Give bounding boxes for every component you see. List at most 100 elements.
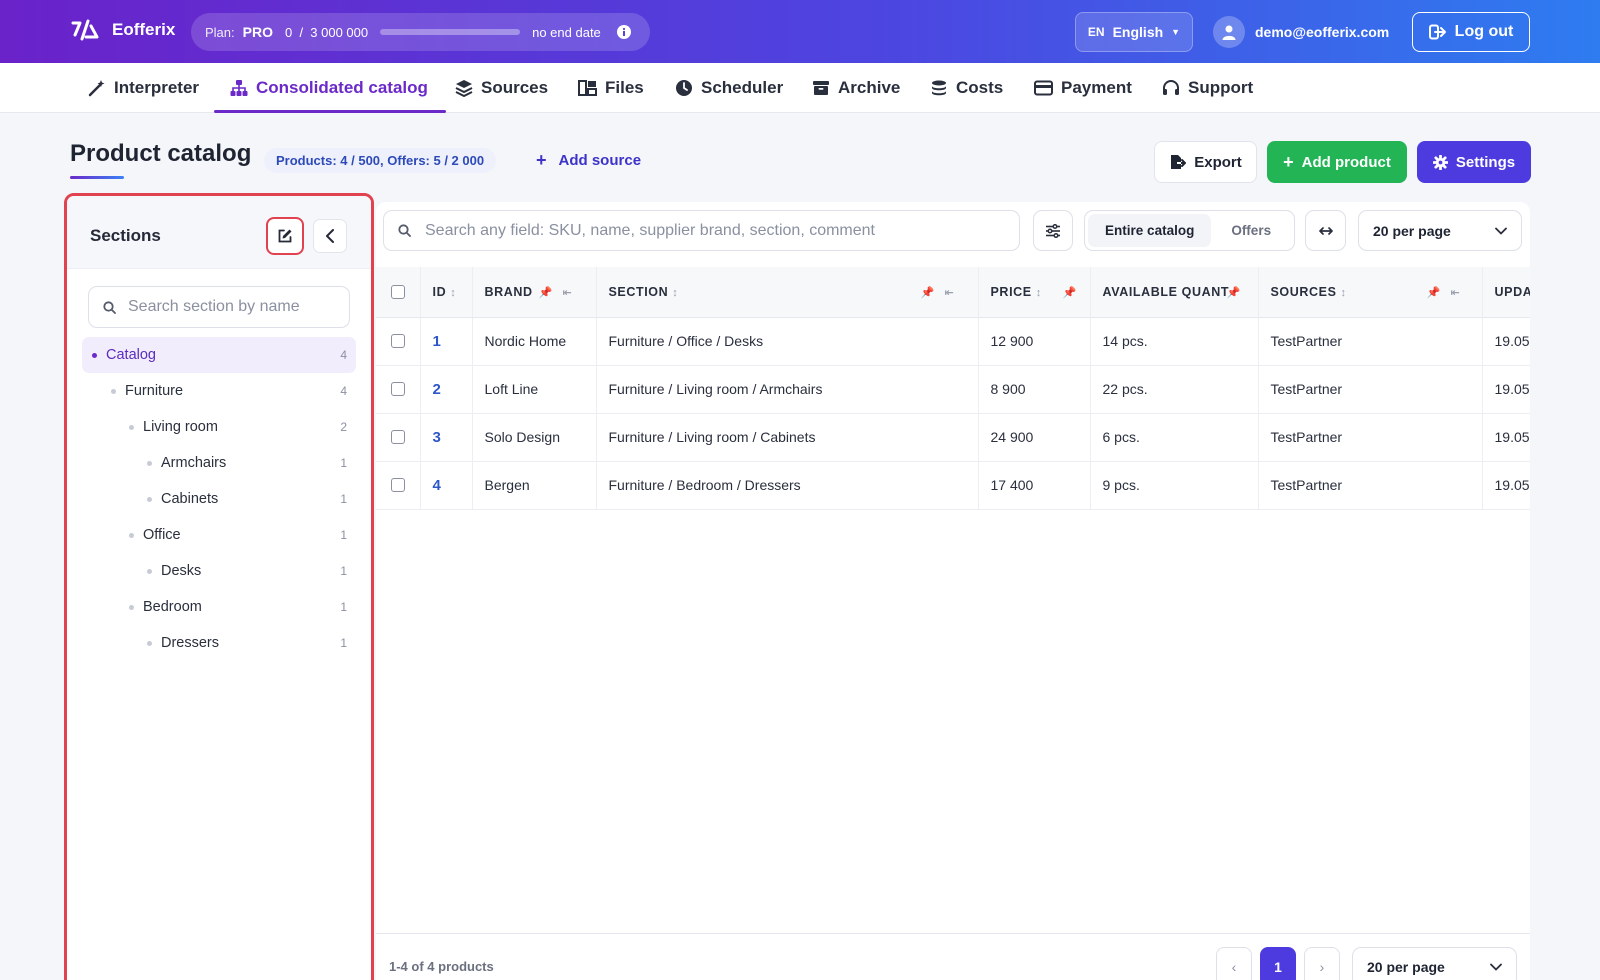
nav-item-interpreter[interactable]: Interpreter [88, 63, 199, 113]
nav-item-consolidated-catalog[interactable]: Consolidated catalog [214, 63, 446, 113]
tree-item-label: Furniture [125, 383, 184, 399]
page-button-current[interactable]: 1 [1260, 947, 1296, 980]
pin-icon[interactable]: 📌 [1227, 286, 1241, 299]
nav-item-scheduler[interactable]: Scheduler [675, 63, 783, 113]
cell-sources: TestPartner [1258, 365, 1483, 414]
add-source-button[interactable]: + Add source [536, 150, 641, 171]
column-header-updated[interactable]: UPDA [1482, 267, 1530, 318]
row-checkbox[interactable] [391, 430, 405, 444]
gear-icon [1432, 154, 1448, 170]
pin-icon[interactable]: 📌 [1063, 286, 1077, 299]
app-logo[interactable]: Eofferix [70, 18, 175, 42]
column-header-sources[interactable]: SOURCES ↕ 📌 ⇤ [1258, 267, 1483, 318]
nav-label: Interpreter [114, 78, 200, 97]
cell-id[interactable]: 3 [420, 413, 473, 462]
tree-bullet [111, 388, 116, 394]
table-row[interactable]: 4 Bergen Furniture / Bedroom / Dressers … [376, 461, 1530, 510]
cell-brand: Bergen [472, 461, 597, 510]
sliders-icon [1045, 223, 1061, 238]
edit-sections-button[interactable] [266, 217, 304, 255]
scope-entire-catalog[interactable]: Entire catalog [1088, 214, 1212, 247]
cell-price: 12 900 [978, 317, 1091, 366]
next-page-button[interactable]: › [1304, 947, 1340, 980]
tree-item-label: Catalog [106, 347, 156, 363]
sort-icon[interactable]: ↕ [1036, 287, 1042, 299]
per-page-select[interactable]: 20 per page [1358, 210, 1522, 251]
section-search-input[interactable]: Search section by name [88, 286, 350, 328]
tree-item-dressers[interactable]: Dressers 1 [82, 625, 356, 661]
nav-item-archive[interactable]: Archive [812, 63, 900, 113]
tree-item-furniture[interactable]: Furniture 4 [82, 373, 356, 409]
tree-bullet [147, 640, 152, 646]
select-all-checkbox[interactable] [391, 284, 405, 299]
tree-item-cabinets[interactable]: Cabinets 1 [82, 481, 356, 517]
column-header-label: BRAND [484, 284, 533, 299]
pin-icon[interactable]: 📌 [1427, 286, 1441, 299]
column-header-price[interactable]: PRICE ↕ 📌 [978, 267, 1091, 318]
nav-label: Support [1188, 78, 1254, 97]
nav-item-files[interactable]: Files [578, 63, 644, 113]
sidebar-header: Sections [67, 196, 371, 269]
filter-button[interactable] [1033, 210, 1073, 251]
settings-button[interactable]: Settings [1417, 141, 1531, 183]
nav-label: Sources [481, 78, 549, 97]
user-menu[interactable]: demo@eofferix.com [1213, 16, 1389, 48]
tree-item-count: 1 [340, 528, 347, 542]
tree-item-desks[interactable]: Desks 1 [82, 553, 356, 589]
plan-usage: Plan: PRO 0 / 3 000 000 no end date [191, 13, 650, 51]
language-selector[interactable]: EN English ▼ [1075, 12, 1193, 52]
tree-item-armchairs[interactable]: Armchairs 1 [82, 445, 356, 481]
tree-item-label: Armchairs [161, 455, 227, 471]
column-resize-icon[interactable]: ⇤ [945, 286, 955, 299]
pin-icon[interactable]: 📌 [539, 286, 553, 299]
tree-item-bedroom[interactable]: Bedroom 1 [82, 589, 356, 625]
cell-section: Furniture / Living room / Armchairs [596, 365, 979, 414]
footer-per-page-select[interactable]: 20 per page [1352, 947, 1517, 980]
cell-quantity: 22 pcs. [1090, 365, 1259, 414]
cell-id[interactable]: 4 [420, 461, 473, 510]
row-checkbox[interactable] [391, 382, 405, 396]
tree-item-count: 4 [340, 384, 347, 398]
table-row[interactable]: 2 Loft Line Furniture / Living room / Ar… [376, 365, 1530, 414]
scope-offers[interactable]: Offers [1211, 214, 1291, 247]
add-product-button[interactable]: + Add product [1267, 141, 1407, 183]
sort-icon[interactable]: ↕ [450, 287, 456, 299]
column-width-button[interactable] [1305, 210, 1346, 251]
column-header-available-quantity[interactable]: AVAILABLE QUANT 📌 [1090, 267, 1259, 318]
catalog-search-input[interactable]: Search any field: SKU, name, supplier br… [383, 210, 1020, 251]
sort-icon[interactable]: ↕ [1341, 287, 1347, 299]
column-header-brand[interactable]: BRAND 📌 ⇤ [472, 267, 597, 318]
tree-item-living-room[interactable]: Living room 2 [82, 409, 356, 445]
table-row[interactable]: 3 Solo Design Furniture / Living room / … [376, 413, 1530, 462]
prev-page-button[interactable]: ‹ [1216, 947, 1252, 980]
row-checkbox[interactable] [391, 478, 405, 492]
column-header-section[interactable]: SECTION ↕ 📌 ⇤ [596, 267, 979, 318]
table-row[interactable]: 1 Nordic Home Furniture / Office / Desks… [376, 317, 1530, 366]
export-button[interactable]: Export [1154, 141, 1257, 183]
collapse-sidebar-button[interactable] [313, 219, 347, 253]
cell-id[interactable]: 2 [420, 365, 473, 414]
column-header-label: PRICE [990, 284, 1032, 299]
row-checkbox[interactable] [391, 334, 405, 348]
logout-button[interactable]: Log out [1412, 12, 1530, 52]
layers-icon [455, 79, 473, 97]
nav-item-sources[interactable]: Sources [455, 63, 548, 113]
nav-item-costs[interactable]: Costs [930, 63, 1003, 113]
tree-item-office[interactable]: Office 1 [82, 517, 356, 553]
file-export-icon [1169, 154, 1187, 170]
nav-item-support[interactable]: Support [1162, 63, 1253, 113]
column-resize-icon[interactable]: ⇤ [1451, 286, 1461, 299]
nav-item-payment[interactable]: Payment [1034, 63, 1132, 113]
pin-icon[interactable]: 📌 [921, 286, 935, 299]
products-table: ID ↕ BRAND 📌 ⇤ SECTION ↕ 📌 ⇤ PRICE ↕ 📌 AVAILABLE… [376, 267, 1530, 511]
cell-section: Furniture / Living room / Cabinets [596, 413, 979, 462]
tree-item-catalog[interactable]: Catalog 4 [82, 337, 356, 373]
sort-icon[interactable]: ↕ [672, 287, 678, 299]
info-icon[interactable] [616, 25, 631, 39]
tree-bullet [92, 352, 97, 358]
column-resize-icon[interactable]: ⇤ [563, 286, 573, 299]
plan-usage-count: 0 / 3 000 000 [284, 24, 369, 40]
column-header-id[interactable]: ID ↕ [420, 267, 473, 318]
cell-id[interactable]: 1 [420, 317, 473, 366]
column-header-label: ID [432, 284, 447, 299]
